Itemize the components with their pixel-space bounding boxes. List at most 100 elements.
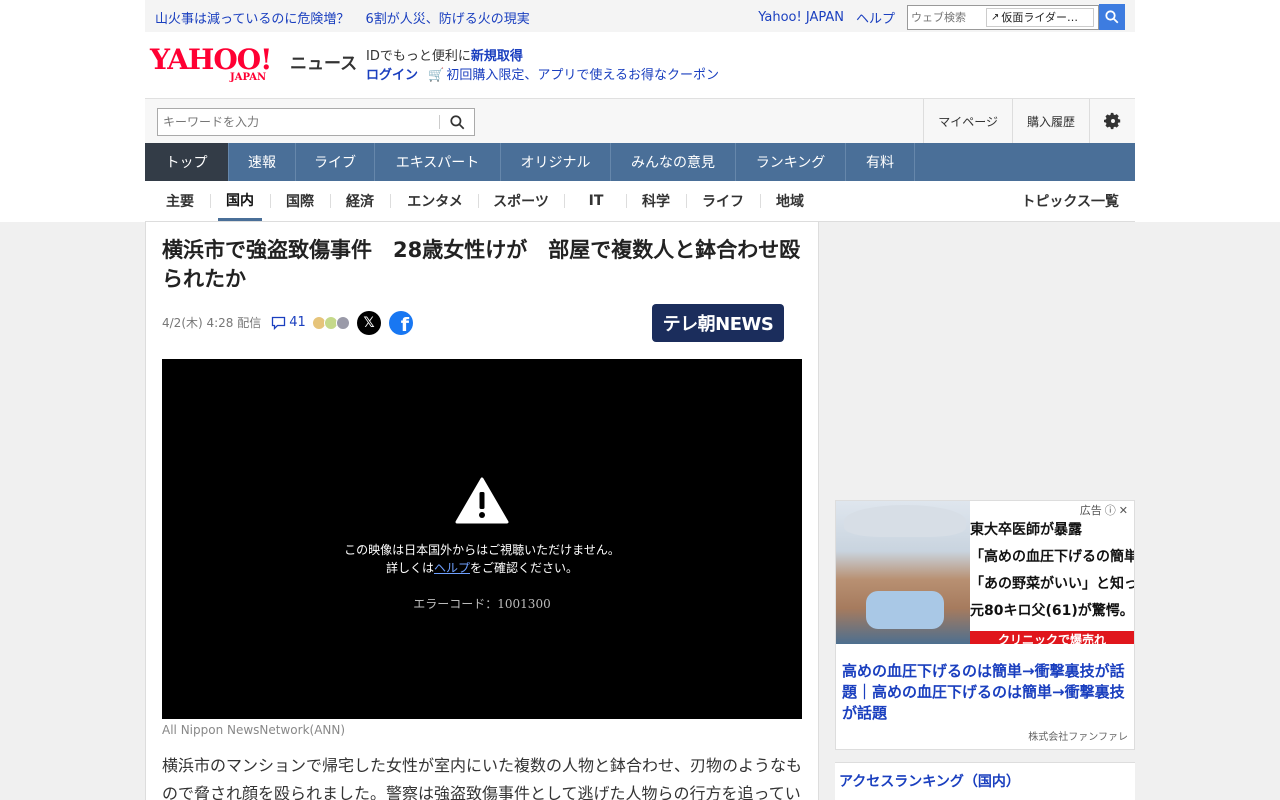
video-message-post: をご確認ください。 bbox=[470, 561, 579, 575]
logo-japan-text: JAPAN bbox=[230, 72, 267, 83]
nav-tab-opinions[interactable]: みんなの意見 bbox=[611, 143, 736, 181]
adchoices-icon[interactable]: ⓘ bbox=[1105, 502, 1116, 518]
trend-arrow-icon: ↗ bbox=[991, 11, 1000, 23]
nav-tab-breaking[interactable]: 速報 bbox=[229, 143, 296, 181]
yahoo-japan-link[interactable]: Yahoo! JAPAN bbox=[758, 10, 844, 25]
logo-yahoo-text: YAHOO! bbox=[150, 43, 272, 76]
article-body: 横浜市のマンションで帰宅した女性が室内にいた複数の人物と鉢合わせ、刃物のようなも… bbox=[162, 756, 803, 800]
ad-image-line: 「高めの血圧下げるの簡単」 bbox=[970, 549, 1134, 565]
trending-link-2[interactable]: 6割が人災、防げる火の現実 bbox=[366, 12, 530, 27]
video-player[interactable]: この映像は日本国外からはご視聴いただけません。 詳しくはヘルプをご確認ください。… bbox=[162, 359, 802, 719]
category-divider bbox=[478, 194, 479, 208]
ad-image-line: 元80キロ父(61)が驚愕。 bbox=[970, 603, 1134, 619]
category-economy[interactable]: 経済 bbox=[340, 181, 380, 221]
id-promo-text: IDでもっと便利に bbox=[366, 49, 471, 64]
close-icon[interactable]: ✕ bbox=[1119, 504, 1128, 517]
coupon-link[interactable]: 初回購入限定、アプリで使えるお得なクーポン bbox=[446, 68, 719, 83]
main-nav: トップ 速報 ライブ エキスパート オリジナル みんなの意見 ランキング 有料 bbox=[145, 143, 1135, 181]
sidebar-ad[interactable]: 東大卒医師が暴露 「高めの血圧下げるの簡単」 「あの野菜がいい」と知った 元80… bbox=[835, 500, 1135, 750]
ad-title[interactable]: 高めの血圧下げるのは簡単→衝撃裏技が話題｜高めの血圧下げるのは簡単→衝撃裏技が話… bbox=[842, 661, 1130, 724]
share-buttons: 𝕏 f bbox=[357, 311, 413, 335]
nav-tab-original[interactable]: オリジナル bbox=[501, 143, 611, 181]
ad-doctor-photo bbox=[836, 501, 970, 644]
trending-links: 山火事は減っているのに危険増？ 6割が人災、防げる火の現実 bbox=[155, 8, 542, 27]
video-help-link[interactable]: ヘルプ bbox=[434, 561, 470, 575]
ad-image-line: 「あの野菜がいい」と知った bbox=[970, 576, 1134, 592]
search-suggestion-text: 仮面ライダー… bbox=[1001, 11, 1078, 24]
ad-label[interactable]: 広告 ⓘ ✕ bbox=[1074, 502, 1130, 518]
logo-news-text: ニュース bbox=[290, 54, 358, 74]
ad-image-line: 東大卒医師が暴露 bbox=[970, 522, 1082, 538]
category-divider bbox=[626, 194, 627, 208]
ad-image-text: 東大卒医師が暴露 「高めの血圧下げるの簡単」 「あの野菜がいい」と知った 元80… bbox=[970, 517, 1134, 625]
search-suggestion[interactable]: ↗ 仮面ライダー… bbox=[986, 7, 1094, 27]
category-divider bbox=[390, 194, 391, 208]
nav-tab-paid[interactable]: 有料 bbox=[846, 143, 915, 181]
web-search-input[interactable] bbox=[908, 10, 986, 24]
yahoo-news-logo[interactable]: YAHOO! JAPAN ニュース bbox=[150, 43, 357, 84]
avatar bbox=[335, 315, 350, 330]
category-domestic[interactable]: 国内 bbox=[218, 181, 262, 221]
category-entertainment[interactable]: エンタメ bbox=[400, 181, 470, 221]
video-message-pre: 詳しくは bbox=[385, 561, 434, 575]
category-main[interactable]: 主要 bbox=[160, 181, 200, 221]
mypage-link[interactable]: マイページ bbox=[923, 99, 1012, 143]
top-right-links: Yahoo! JAPAN ヘルプ ↗ 仮面ライダー… bbox=[758, 4, 1125, 30]
video-message-line1: この映像は日本国外からはご視聴いただけません。 bbox=[344, 543, 620, 557]
warning-icon bbox=[455, 477, 509, 524]
publisher-logo[interactable]: テレ朝NEWS bbox=[652, 304, 784, 342]
category-nav: 主要 国内 国際 経済 エンタメ スポーツ IT 科学 ライフ 地域 トピックス… bbox=[145, 181, 1135, 222]
ad-image[interactable]: 東大卒医師が暴露 「高めの血圧下げるの簡単」 「あの野菜がいい」と知った 元80… bbox=[836, 501, 1134, 644]
keyword-search-box bbox=[157, 108, 475, 136]
article: 横浜市で強盗致傷事件 28歳女性けが 部屋で複数人と鉢合わせ殴られたか 4/2(… bbox=[145, 222, 819, 800]
facebook-share-button[interactable]: f bbox=[389, 311, 413, 335]
category-science[interactable]: 科学 bbox=[636, 181, 676, 221]
video-credit: All Nippon NewsNetwork(ANN) bbox=[162, 723, 346, 737]
topics-list-link[interactable]: トピックス一覧 bbox=[1021, 181, 1119, 221]
comment-count-link[interactable]: 41 bbox=[271, 315, 306, 330]
category-divider bbox=[564, 194, 565, 208]
login-link[interactable]: ログイン bbox=[366, 68, 418, 83]
nav-tab-live[interactable]: ライブ bbox=[296, 143, 375, 181]
x-icon: 𝕏 bbox=[363, 315, 375, 331]
help-link[interactable]: ヘルプ bbox=[856, 8, 895, 27]
ad-label-text: 広告 bbox=[1079, 504, 1102, 517]
reaction-avatars bbox=[311, 315, 350, 330]
category-sports[interactable]: スポーツ bbox=[488, 181, 554, 221]
ad-sponsor: 株式会社ファンファレ bbox=[1028, 732, 1128, 743]
video-geo-message: この映像は日本国外からはご視聴いただけません。 詳しくはヘルプをご確認ください。 bbox=[162, 541, 802, 577]
search-row: マイページ 購入履歴 bbox=[145, 98, 1135, 143]
facebook-icon: f bbox=[400, 314, 409, 335]
category-divider bbox=[760, 194, 761, 208]
comment-count: 41 bbox=[289, 315, 306, 330]
video-error-code: エラーコード：1001300 bbox=[413, 597, 551, 611]
signup-link[interactable]: 新規取得 bbox=[471, 49, 523, 64]
category-international[interactable]: 国際 bbox=[280, 181, 320, 221]
category-divider bbox=[270, 194, 271, 208]
ad-photo-mask bbox=[866, 591, 944, 629]
web-search-box: ↗ 仮面ライダー… bbox=[907, 4, 1099, 30]
top-strip: 山火事は減っているのに危険増？ 6割が人災、防げる火の現実 Yahoo! JAP… bbox=[145, 0, 1135, 32]
settings-button[interactable] bbox=[1089, 99, 1135, 143]
category-divider bbox=[330, 194, 331, 208]
keyword-search-input[interactable] bbox=[158, 115, 439, 129]
purchase-history-link[interactable]: 購入履歴 bbox=[1011, 99, 1089, 143]
web-search-button[interactable] bbox=[1099, 4, 1125, 30]
ad-image-banner: クリニックで爆売れ bbox=[970, 631, 1134, 644]
nav-tab-ranking[interactable]: ランキング bbox=[736, 143, 846, 181]
keyword-search-button[interactable] bbox=[440, 109, 474, 135]
comment-icon bbox=[272, 316, 286, 330]
access-ranking-title[interactable]: アクセスランキング（国内） bbox=[839, 771, 1020, 791]
utility-links: マイページ 購入履歴 bbox=[923, 99, 1135, 143]
gear-icon bbox=[1103, 112, 1120, 130]
category-divider bbox=[210, 194, 211, 208]
category-region[interactable]: 地域 bbox=[770, 181, 810, 221]
nav-tab-top[interactable]: トップ bbox=[145, 143, 229, 181]
x-share-button[interactable]: 𝕏 bbox=[357, 311, 381, 335]
ad-photo-cap bbox=[844, 505, 966, 537]
cart-icon: 🛒 bbox=[428, 68, 445, 83]
trending-link-1[interactable]: 山火事は減っているのに危険増？ bbox=[155, 12, 349, 27]
nav-tab-expert[interactable]: エキスパート bbox=[375, 143, 501, 181]
category-life[interactable]: ライフ bbox=[696, 181, 750, 221]
category-it[interactable]: IT bbox=[574, 181, 618, 221]
